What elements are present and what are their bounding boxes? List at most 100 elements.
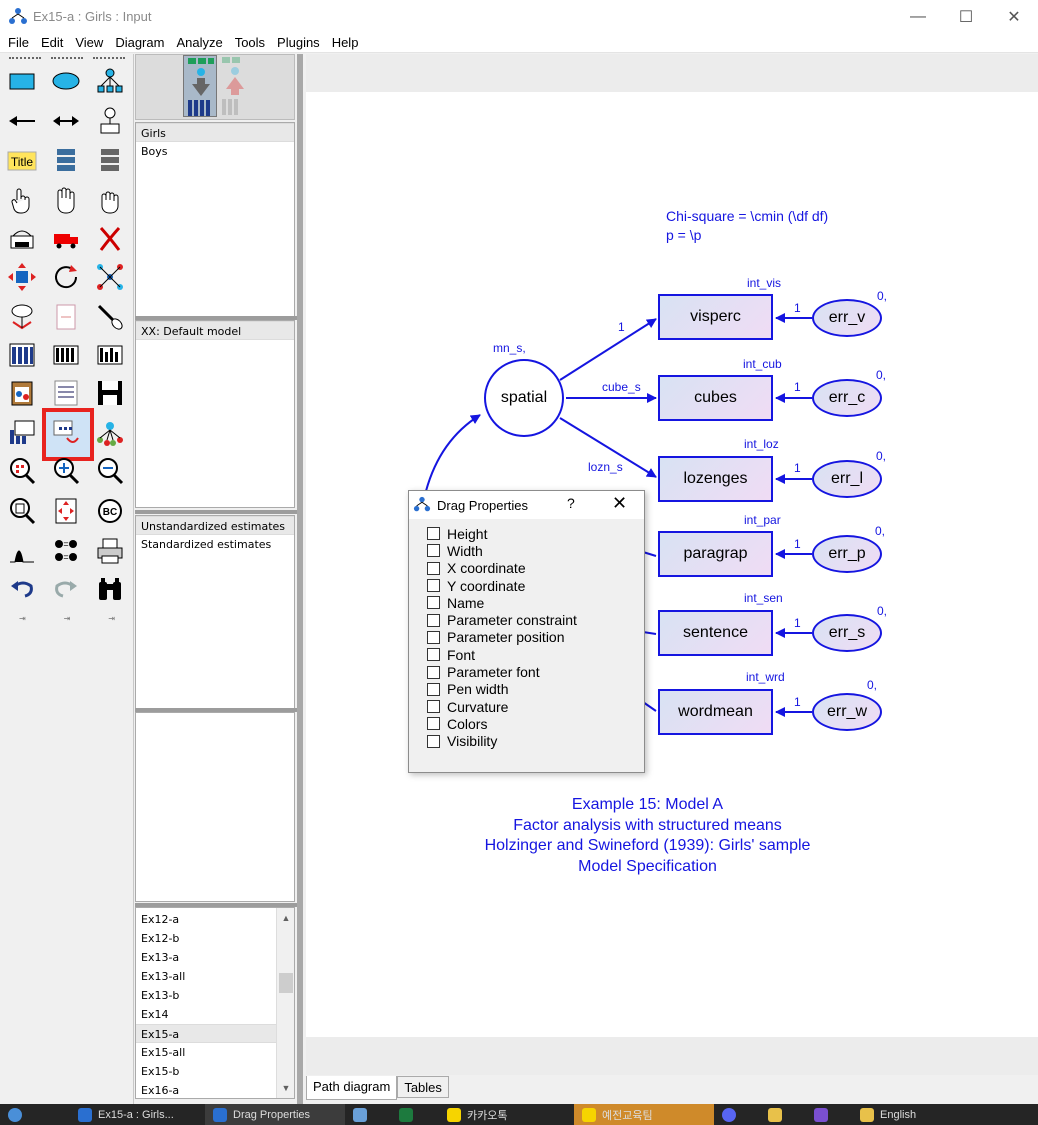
- file-item[interactable]: Ex12-a: [136, 910, 294, 929]
- dialog-title-bar[interactable]: Drag Properties ? ✕: [409, 491, 644, 519]
- taskbar-app[interactable]: [714, 1104, 760, 1125]
- calculate-estimates-icon[interactable]: [92, 338, 128, 372]
- file-item[interactable]: Ex13-b: [136, 986, 294, 1005]
- view-text-icon[interactable]: [48, 376, 84, 410]
- file-item[interactable]: Ex16-a: [136, 1081, 294, 1098]
- start-button[interactable]: [0, 1104, 70, 1125]
- group-item[interactable]: Boys: [136, 142, 294, 161]
- option-name[interactable]: Name: [427, 594, 644, 611]
- option-x-coordinate[interactable]: X coordinate: [427, 560, 644, 577]
- checkbox[interactable]: [427, 544, 440, 558]
- tab-path-diagram[interactable]: Path diagram: [306, 1076, 398, 1100]
- menu-file[interactable]: File: [2, 35, 35, 50]
- analysis-properties-icon[interactable]: [48, 338, 84, 372]
- checkbox[interactable]: [427, 734, 440, 748]
- option-parameter-constraint[interactable]: Parameter constraint: [427, 611, 644, 628]
- object-properties-icon[interactable]: [4, 416, 40, 450]
- scroll-thumb[interactable]: [279, 973, 293, 993]
- estimate-item[interactable]: Unstandardized estimates: [136, 516, 294, 535]
- model-item[interactable]: XX: Default model: [136, 321, 294, 340]
- checkbox[interactable]: [427, 700, 440, 714]
- single-arrow-icon[interactable]: [4, 104, 40, 138]
- taskbar-app-amos[interactable]: Ex15-a : Girls...: [70, 1104, 205, 1125]
- checkbox[interactable]: [427, 579, 440, 593]
- file-item[interactable]: Ex14: [136, 1005, 294, 1024]
- file-item[interactable]: Ex12-b: [136, 929, 294, 948]
- option-font[interactable]: Font: [427, 646, 644, 663]
- menu-diagram[interactable]: Diagram: [109, 35, 170, 50]
- list-variables-dataset-icon[interactable]: [92, 144, 128, 178]
- change-shape-icon[interactable]: [4, 260, 40, 294]
- zoom-select-icon[interactable]: [4, 454, 40, 488]
- maximize-button[interactable]: ☐: [942, 0, 990, 33]
- move-parameters-icon[interactable]: [4, 300, 40, 334]
- menu-tools[interactable]: Tools: [229, 35, 271, 50]
- copy-clipboard-icon[interactable]: [4, 376, 40, 410]
- drag-properties-icon[interactable]: [48, 416, 84, 450]
- checkbox[interactable]: [427, 682, 440, 696]
- checkbox[interactable]: [427, 717, 440, 731]
- option-pen-width[interactable]: Pen width: [427, 681, 644, 698]
- option-width[interactable]: Width: [427, 542, 644, 559]
- erase-icon[interactable]: [92, 222, 128, 256]
- taskbar-drag-properties[interactable]: Drag Properties: [205, 1104, 345, 1125]
- deselect-hand-icon[interactable]: [92, 184, 128, 218]
- select-all-hand-icon[interactable]: [48, 184, 84, 218]
- zoom-page-icon[interactable]: [4, 494, 40, 528]
- taskbar-app[interactable]: [806, 1104, 852, 1125]
- panel-splitter[interactable]: [135, 510, 297, 514]
- file-item[interactable]: Ex13-a: [136, 948, 294, 967]
- list-variables-model-icon[interactable]: [48, 144, 84, 178]
- option-visibility[interactable]: Visibility: [427, 733, 644, 750]
- undo-icon[interactable]: [4, 572, 40, 606]
- view-input-button[interactable]: [183, 55, 217, 117]
- file-item-selected[interactable]: Ex15-a: [136, 1024, 294, 1043]
- reflect-icon[interactable]: [92, 260, 128, 294]
- double-arrow-icon[interactable]: [48, 104, 84, 138]
- option-y-coordinate[interactable]: Y coordinate: [427, 577, 644, 594]
- scroll-up-icon[interactable]: ▲: [277, 910, 294, 926]
- zoom-out-icon[interactable]: [92, 454, 128, 488]
- files-scrollbar[interactable]: ▲ ▼: [276, 908, 294, 1098]
- menu-plugins[interactable]: Plugins: [271, 35, 326, 50]
- taskbar-app-yellow[interactable]: 예전교육팀: [574, 1104, 714, 1125]
- view-output-button[interactable]: [218, 55, 252, 117]
- checkbox[interactable]: [427, 596, 440, 610]
- draw-observed-icon[interactable]: [4, 64, 40, 98]
- unique-variable-icon[interactable]: [92, 104, 128, 138]
- checkbox[interactable]: [427, 630, 440, 644]
- preserve-symmetries-icon[interactable]: [92, 416, 128, 450]
- touch-up-icon[interactable]: [92, 300, 128, 334]
- scroll-down-icon[interactable]: ▼: [277, 1080, 294, 1096]
- redo-icon[interactable]: [48, 572, 84, 606]
- loupe-icon[interactable]: BC: [92, 494, 128, 528]
- select-one-hand-icon[interactable]: [4, 184, 40, 218]
- zoom-in-icon[interactable]: [48, 454, 84, 488]
- checkbox[interactable]: [427, 648, 440, 662]
- taskbar-app[interactable]: [760, 1104, 806, 1125]
- file-item[interactable]: Ex15-b: [136, 1062, 294, 1081]
- menu-analyze[interactable]: Analyze: [170, 35, 228, 50]
- option-colors[interactable]: Colors: [427, 715, 644, 732]
- save-icon[interactable]: [92, 376, 128, 410]
- move-truck-icon[interactable]: [48, 222, 84, 256]
- scroll-icon[interactable]: [48, 300, 84, 334]
- checkbox[interactable]: [427, 527, 440, 541]
- checkbox[interactable]: [427, 561, 440, 575]
- menu-help[interactable]: Help: [326, 35, 365, 50]
- option-curvature[interactable]: Curvature: [427, 698, 644, 715]
- option-parameter-font[interactable]: Parameter font: [427, 663, 644, 680]
- taskbar-app[interactable]: [345, 1104, 391, 1125]
- estimate-item[interactable]: Standardized estimates: [136, 535, 294, 554]
- duplicate-icon[interactable]: [4, 222, 40, 256]
- file-item[interactable]: Ex13-all: [136, 967, 294, 986]
- fit-to-page-icon[interactable]: [48, 494, 84, 528]
- data-files-icon[interactable]: [4, 338, 40, 372]
- file-item[interactable]: Ex15-all: [136, 1043, 294, 1062]
- print-icon[interactable]: [92, 534, 128, 568]
- multiple-group-icon[interactable]: = =: [48, 534, 84, 568]
- specification-search-icon[interactable]: [92, 572, 128, 606]
- taskbar-kakaotalk[interactable]: 카카오톡: [439, 1104, 574, 1125]
- checkbox[interactable]: [427, 665, 440, 679]
- option-parameter-position[interactable]: Parameter position: [427, 629, 644, 646]
